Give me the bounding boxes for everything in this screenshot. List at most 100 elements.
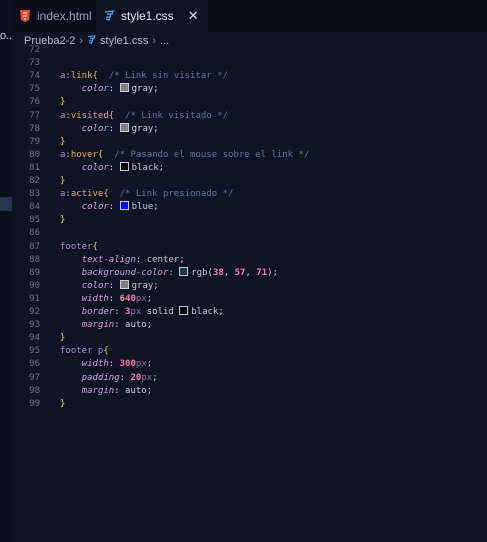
code-token: }: [60, 97, 66, 108]
code-token: color: [81, 202, 109, 213]
code-line[interactable]: 92 border: 3px solid black;: [12, 306, 487, 319]
close-icon[interactable]: ✕: [188, 8, 199, 24]
code-line[interactable]: 82}: [12, 175, 487, 188]
code-token: black;: [131, 162, 165, 173]
code-token: 57: [234, 267, 246, 278]
line-number: 74: [29, 71, 40, 82]
code-line[interactable]: 73: [12, 57, 487, 70]
color-swatch[interactable]: [179, 306, 189, 315]
code-line[interactable]: 89 background-color: rgb(38, 57, 71);: [12, 266, 487, 280]
code-line[interactable]: 93 margin: auto;: [12, 319, 487, 332]
code-line[interactable]: 91 width: 640px;: [12, 293, 487, 306]
line-number: 97: [29, 372, 40, 383]
code-token: :: [114, 307, 126, 317]
line-number: 91: [29, 293, 40, 304]
code-token: width: [81, 359, 109, 370]
code-token: px: [141, 372, 153, 383]
code-token: gray;: [131, 280, 159, 291]
color-swatch[interactable]: [119, 83, 129, 93]
code-token: :hover{: [65, 149, 104, 160]
code-token: :visited{: [65, 110, 115, 121]
code-token: : center;: [135, 254, 185, 265]
code-token: 20: [130, 372, 142, 383]
code-line[interactable]: 77 a:visited{ /* Link visitado */: [12, 110, 487, 123]
code-line[interactable]: 79}: [12, 136, 487, 149]
color-swatch[interactable]: [119, 279, 129, 289]
code-token: {: [92, 241, 98, 252]
code-token: background-color: [81, 267, 169, 278]
color-swatch[interactable]: [119, 201, 129, 211]
color-swatch[interactable]: [119, 161, 129, 171]
line-number: 87: [29, 241, 40, 252]
code-token: gray;: [131, 84, 159, 95]
code-line[interactable]: 75 color: gray;: [12, 83, 487, 96]
code-line[interactable]: 97 padding: 20px;: [12, 372, 487, 385]
code-text: color: gray;: [60, 279, 159, 293]
code-token: /* Link visitado */: [114, 110, 228, 121]
code-line[interactable]: 86: [12, 227, 487, 240]
line-number: 89: [29, 267, 40, 278]
code-line[interactable]: 94}: [12, 332, 487, 345]
tab-index-html[interactable]: index.html: [12, 0, 96, 32]
code-token: ,: [245, 267, 257, 278]
code-token: :link{: [65, 71, 98, 82]
line-number: 93: [29, 320, 40, 331]
code-token: : auto;: [114, 320, 153, 331]
code-token: ;: [152, 372, 158, 383]
code-token: :: [168, 267, 180, 278]
code-token: black;: [191, 307, 224, 317]
color-swatch[interactable]: [179, 266, 189, 276]
code-token: blue;: [131, 202, 159, 213]
code-token: :: [108, 280, 120, 291]
line-number: 96: [29, 359, 40, 370]
code-token: /* Pasando el mouse sobre el link */: [103, 149, 310, 160]
left-panel-edge: o...: [0, 0, 15, 542]
code-token: :: [108, 293, 120, 304]
code-line[interactable]: 72: [12, 44, 487, 57]
code-line[interactable]: 99}: [12, 398, 487, 411]
code-token: margin: [81, 385, 115, 396]
code-line[interactable]: 87 footer{: [12, 241, 487, 254]
code-line[interactable]: 78 color: gray;: [12, 122, 487, 136]
code-line[interactable]: 76}: [12, 96, 487, 109]
code-text: a:hover{ /* Pasando el mouse sobre el li…: [60, 149, 309, 162]
code-text: }: [60, 332, 65, 345]
code-line[interactable]: 96 width: 300px;: [12, 358, 487, 371]
code-token: }: [60, 333, 66, 344]
line-number: 72: [29, 45, 40, 55]
color-swatch[interactable]: [119, 122, 129, 132]
code-line[interactable]: 80 a:hover{ /* Pasando el mouse sobre el …: [12, 149, 487, 162]
code-line[interactable]: 84 color: blue;: [12, 201, 487, 214]
line-number: 82: [29, 176, 40, 186]
tab-style1-css[interactable]: style1.css ✕: [96, 0, 208, 32]
line-number: 99: [29, 398, 40, 409]
code-line[interactable]: 83 a:active{ /* Link presionado */: [12, 188, 487, 201]
code-token: color: [81, 84, 109, 95]
code-line[interactable]: 81 color: black;: [12, 161, 487, 175]
line-number: 90: [29, 280, 40, 291]
code-line[interactable]: 85}: [12, 214, 487, 227]
code-token: :active{: [65, 189, 109, 200]
code-line[interactable]: 95 footer p{: [12, 345, 487, 358]
line-number: 78: [29, 123, 40, 134]
code-text: }: [60, 398, 65, 411]
code-token: ;: [146, 359, 153, 370]
left-panel-highlight: [0, 197, 12, 211]
code-text: color: black;: [60, 161, 165, 175]
code-line[interactable]: 74 a:link{ /* Link sin visitar */: [12, 70, 487, 83]
line-number: 95: [29, 346, 40, 357]
code-line[interactable]: 90 color: gray;: [12, 279, 487, 293]
code-token: padding: [81, 372, 120, 383]
line-number: 98: [29, 385, 40, 396]
code-line[interactable]: 88 text-align: center;: [12, 254, 487, 267]
code-token: : auto;: [114, 385, 153, 396]
code-line[interactable]: 98 margin: auto;: [12, 385, 487, 398]
line-number: 83: [29, 189, 40, 200]
